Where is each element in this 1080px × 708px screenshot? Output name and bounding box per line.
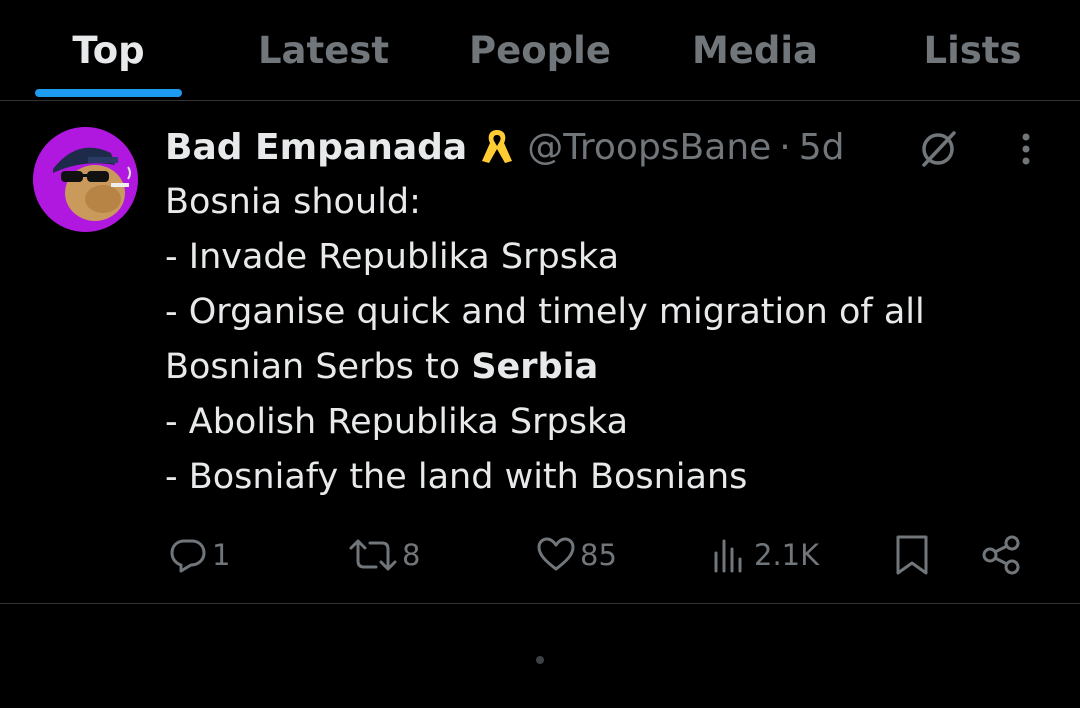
tweet-text-line: - Abolish Republika Srpska [165,402,629,442]
views-button[interactable]: 2.1K [710,525,819,585]
search-tabs: Top Latest People Media Lists [0,0,1080,101]
bookmark-icon [896,535,928,575]
tab-top[interactable]: Top [35,0,182,100]
heart-icon [537,537,575,571]
tab-lists[interactable]: Lists [905,0,1040,100]
views-count: 2.1K [754,538,820,572]
avatar[interactable] [33,127,138,232]
tweet-text-segment: Bosnian Serbs to [165,347,472,387]
yellow-ribbon-icon [479,127,515,167]
tweet-text-line: - Bosniafy the land with Bosnians [165,457,748,497]
repost-button[interactable]: 8 [348,525,420,585]
tab-media[interactable]: Media [680,0,830,100]
reply-icon [170,539,206,573]
tweet-text-line: - Invade Republika Srpska [165,237,620,277]
bookmark-button[interactable] [892,525,932,585]
separator: · [779,126,791,168]
like-button[interactable]: 85 [536,525,617,585]
author-name[interactable]: Bad Empanada [165,127,467,168]
reply-button[interactable]: 1 [168,525,230,585]
tab-latest[interactable]: Latest [245,0,402,100]
tweet[interactable]: Bad Empanada @TroopsBane · 5d Bosnia sho… [0,101,1080,604]
views-icon [714,539,742,573]
share-button[interactable] [980,525,1024,585]
avatar-image [33,127,137,231]
tweet-text-line: Bosnian Serbs to Serbia [165,340,1045,395]
reply-count: 1 [212,538,231,572]
tweet-time[interactable]: 5d [799,127,845,168]
tweet-header: Bad Empanada @TroopsBane · 5d [165,121,845,173]
like-count: 85 [580,538,617,572]
tweet-text-line: Bosnia should: [165,182,421,222]
tweet-text-bold: Serbia [471,347,599,387]
loading-indicator [536,656,544,664]
more-options-icon[interactable] [1004,129,1048,173]
tweet-actions: 1 8 85 2.1K [0,525,1080,585]
share-icon [982,535,1020,575]
tweet-text-line: - Organise quick and timely migration of… [165,292,925,332]
repost-icon [349,539,397,571]
tweet-text: Bosnia should: - Invade Republika Srpska… [165,175,1045,505]
active-tab-indicator [35,89,182,97]
author-handle[interactable]: @TroopsBane [527,127,771,168]
tab-people[interactable]: People [460,0,620,100]
grok-icon[interactable] [916,127,960,171]
repost-count: 8 [402,538,421,572]
